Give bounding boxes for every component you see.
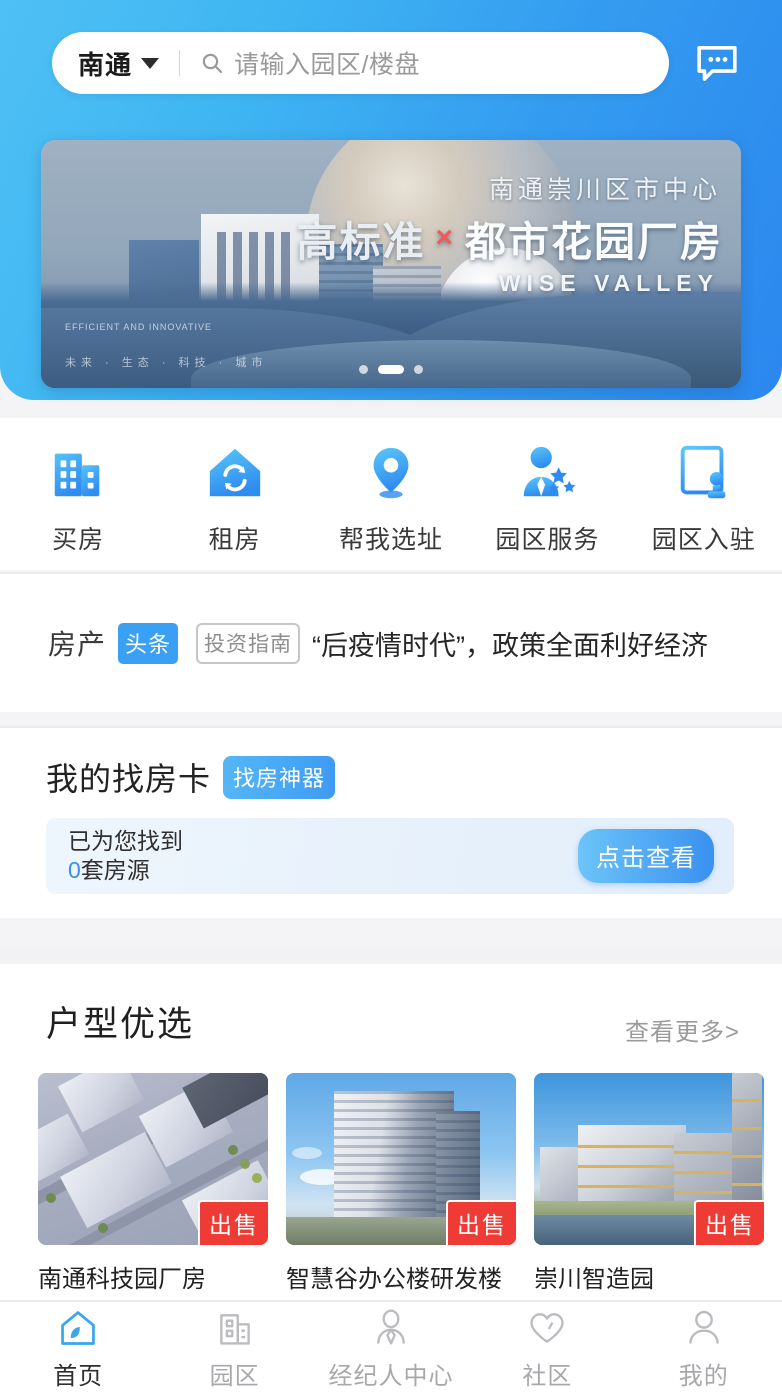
- find-house-count: 0: [68, 857, 81, 883]
- carousel-dot-active[interactable]: [378, 365, 404, 374]
- huxing-section: 户型优选 查看更多> 出售 南通科技园厂房 出售 智慧谷办公楼研发楼 出售 崇川…: [0, 948, 782, 1348]
- quicknav-item-park-service[interactable]: 园区服务: [472, 440, 622, 556]
- app-header: 南通 请输入园区/楼盘 南通崇川区市中心 高标准 × 都市花园厂房 WISE V…: [0, 0, 782, 400]
- user-icon: [682, 1307, 726, 1349]
- find-house-panel[interactable]: 已为您找到 0套房源 点击查看: [46, 818, 734, 894]
- document-stamp-icon: [671, 440, 737, 506]
- house-refresh-icon: [202, 440, 268, 506]
- banner-caption-bottom: 未来 · 生态 · 科技 · 城市: [65, 357, 268, 369]
- tab-label: 社区: [522, 1362, 573, 1390]
- app-root: 南通 请输入园区/楼盘 南通崇川区市中心 高标准 × 都市花园厂房 WISE V…: [0, 0, 782, 1395]
- banner-caption-top: EFFICIENT AND INNOVATIVE: [65, 321, 213, 332]
- quicknav-label: 园区服务: [495, 526, 600, 554]
- find-house-title: 我的找房卡: [46, 761, 212, 797]
- find-house-card-section: 我的找房卡 找房神器 已为您找到 0套房源 点击查看: [0, 726, 782, 918]
- find-house-summary: 已为您找到 0套房源: [68, 827, 183, 886]
- tab-home[interactable]: 首页: [3, 1301, 153, 1395]
- chevron-down-icon: [141, 57, 160, 69]
- banner-subtitle: 南通崇川区市中心: [488, 176, 721, 204]
- park-building-icon: [213, 1307, 257, 1349]
- news-kicker: 房产: [48, 629, 107, 660]
- property-card[interactable]: 出售 智慧谷办公楼研发楼: [286, 1073, 516, 1294]
- tab-park[interactable]: 园区: [160, 1301, 310, 1395]
- quicknav-item-buy[interactable]: 买房: [3, 440, 153, 556]
- quicknav-label: 园区入驻: [651, 526, 756, 554]
- quicknav-label: 买房: [52, 526, 105, 554]
- view-results-button[interactable]: 点击查看: [578, 829, 714, 883]
- huxing-title: 户型优选: [46, 1005, 195, 1044]
- news-title[interactable]: “后疫情时代”，政策全面利好经济: [312, 624, 708, 663]
- carousel-dot[interactable]: [414, 365, 423, 374]
- banner-title-left: 高标准: [296, 219, 426, 265]
- property-card[interactable]: 出售 崇川智造园: [534, 1073, 764, 1294]
- banner-title-right: 都市花园厂房: [465, 219, 723, 265]
- search-icon: [200, 51, 224, 75]
- search-input[interactable]: 请输入园区/楼盘: [234, 45, 420, 81]
- quicknav-label: 租房: [208, 526, 261, 554]
- banner-title-x: ×: [435, 221, 455, 254]
- search-divider: [179, 50, 181, 76]
- property-sale-badge: 出售: [198, 1200, 268, 1245]
- property-sale-badge: 出售: [694, 1200, 764, 1245]
- office-building-icon: [45, 440, 111, 506]
- find-house-header: 我的找房卡 找房神器: [46, 754, 736, 800]
- news-headline-row[interactable]: 房产 头条 投资指南 “后疫情时代”，政策全面利好经济: [0, 572, 782, 712]
- huxing-header: 户型优选 查看更多>: [34, 964, 748, 1047]
- bottom-tab-bar: 首页 园区 经纪人中心 社区 我的: [0, 1300, 782, 1395]
- search-pill[interactable]: 南通 请输入园区/楼盘: [52, 32, 669, 94]
- huxing-card-list: 出售 南通科技园厂房 出售 智慧谷办公楼研发楼 出售 崇川智造园: [34, 1073, 764, 1294]
- chat-bubble-icon[interactable]: [691, 37, 743, 89]
- location-pin-icon: [358, 440, 424, 506]
- property-image: 出售: [38, 1073, 268, 1245]
- property-image: 出售: [534, 1073, 764, 1245]
- find-house-badge: 找房神器: [223, 755, 336, 799]
- agent-person-icon: [369, 1307, 413, 1349]
- quicknav-item-park-settle[interactable]: 园区入驻: [629, 440, 779, 556]
- tab-agent-center[interactable]: 经纪人中心: [316, 1301, 466, 1395]
- carousel-dots[interactable]: [359, 365, 423, 374]
- property-image: 出售: [286, 1073, 516, 1245]
- quick-nav: 买房 租房 帮我选址 园区服务 园区入驻: [0, 418, 782, 570]
- carousel-dot[interactable]: [359, 365, 368, 374]
- promo-banner-carousel[interactable]: 南通崇川区市中心 高标准 × 都市花园厂房 WISE VALLEY EFFICI…: [41, 140, 741, 388]
- property-card[interactable]: 出售 南通科技园厂房: [38, 1073, 268, 1294]
- huxing-view-more-link[interactable]: 查看更多>: [625, 1012, 740, 1047]
- heart-icon: [525, 1307, 569, 1349]
- tab-label: 首页: [53, 1362, 104, 1390]
- property-title: 智慧谷办公楼研发楼: [286, 1266, 502, 1293]
- banner-english-title: WISE VALLEY: [498, 270, 719, 296]
- quicknav-label: 帮我选址: [338, 526, 443, 554]
- find-house-count-suffix: 套房源: [80, 857, 150, 883]
- banner-title: 高标准 × 都市花园厂房: [296, 208, 723, 268]
- header-search-bar: 南通 请输入园区/楼盘: [52, 32, 743, 94]
- quicknav-item-site-select[interactable]: 帮我选址: [316, 440, 466, 556]
- property-title: 南通科技园厂房: [38, 1266, 206, 1293]
- find-house-line1: 已为您找到: [68, 827, 183, 854]
- tab-label: 园区: [209, 1362, 260, 1390]
- property-title: 崇川智造园: [534, 1266, 654, 1293]
- tab-community[interactable]: 社区: [472, 1301, 622, 1395]
- agent-star-icon: [514, 440, 580, 506]
- tab-mine[interactable]: 我的: [629, 1301, 779, 1395]
- quicknav-item-rent[interactable]: 租房: [160, 440, 310, 556]
- find-house-line2: 0套房源: [68, 856, 183, 885]
- news-category-tag: 投资指南: [196, 622, 301, 664]
- tab-label: 我的: [678, 1362, 729, 1390]
- tab-label: 经纪人中心: [328, 1362, 454, 1390]
- city-selector[interactable]: 南通: [78, 45, 160, 82]
- city-name: 南通: [78, 49, 133, 80]
- news-badge: 头条: [118, 622, 179, 664]
- property-sale-badge: 出售: [446, 1200, 516, 1245]
- home-icon: [56, 1307, 100, 1349]
